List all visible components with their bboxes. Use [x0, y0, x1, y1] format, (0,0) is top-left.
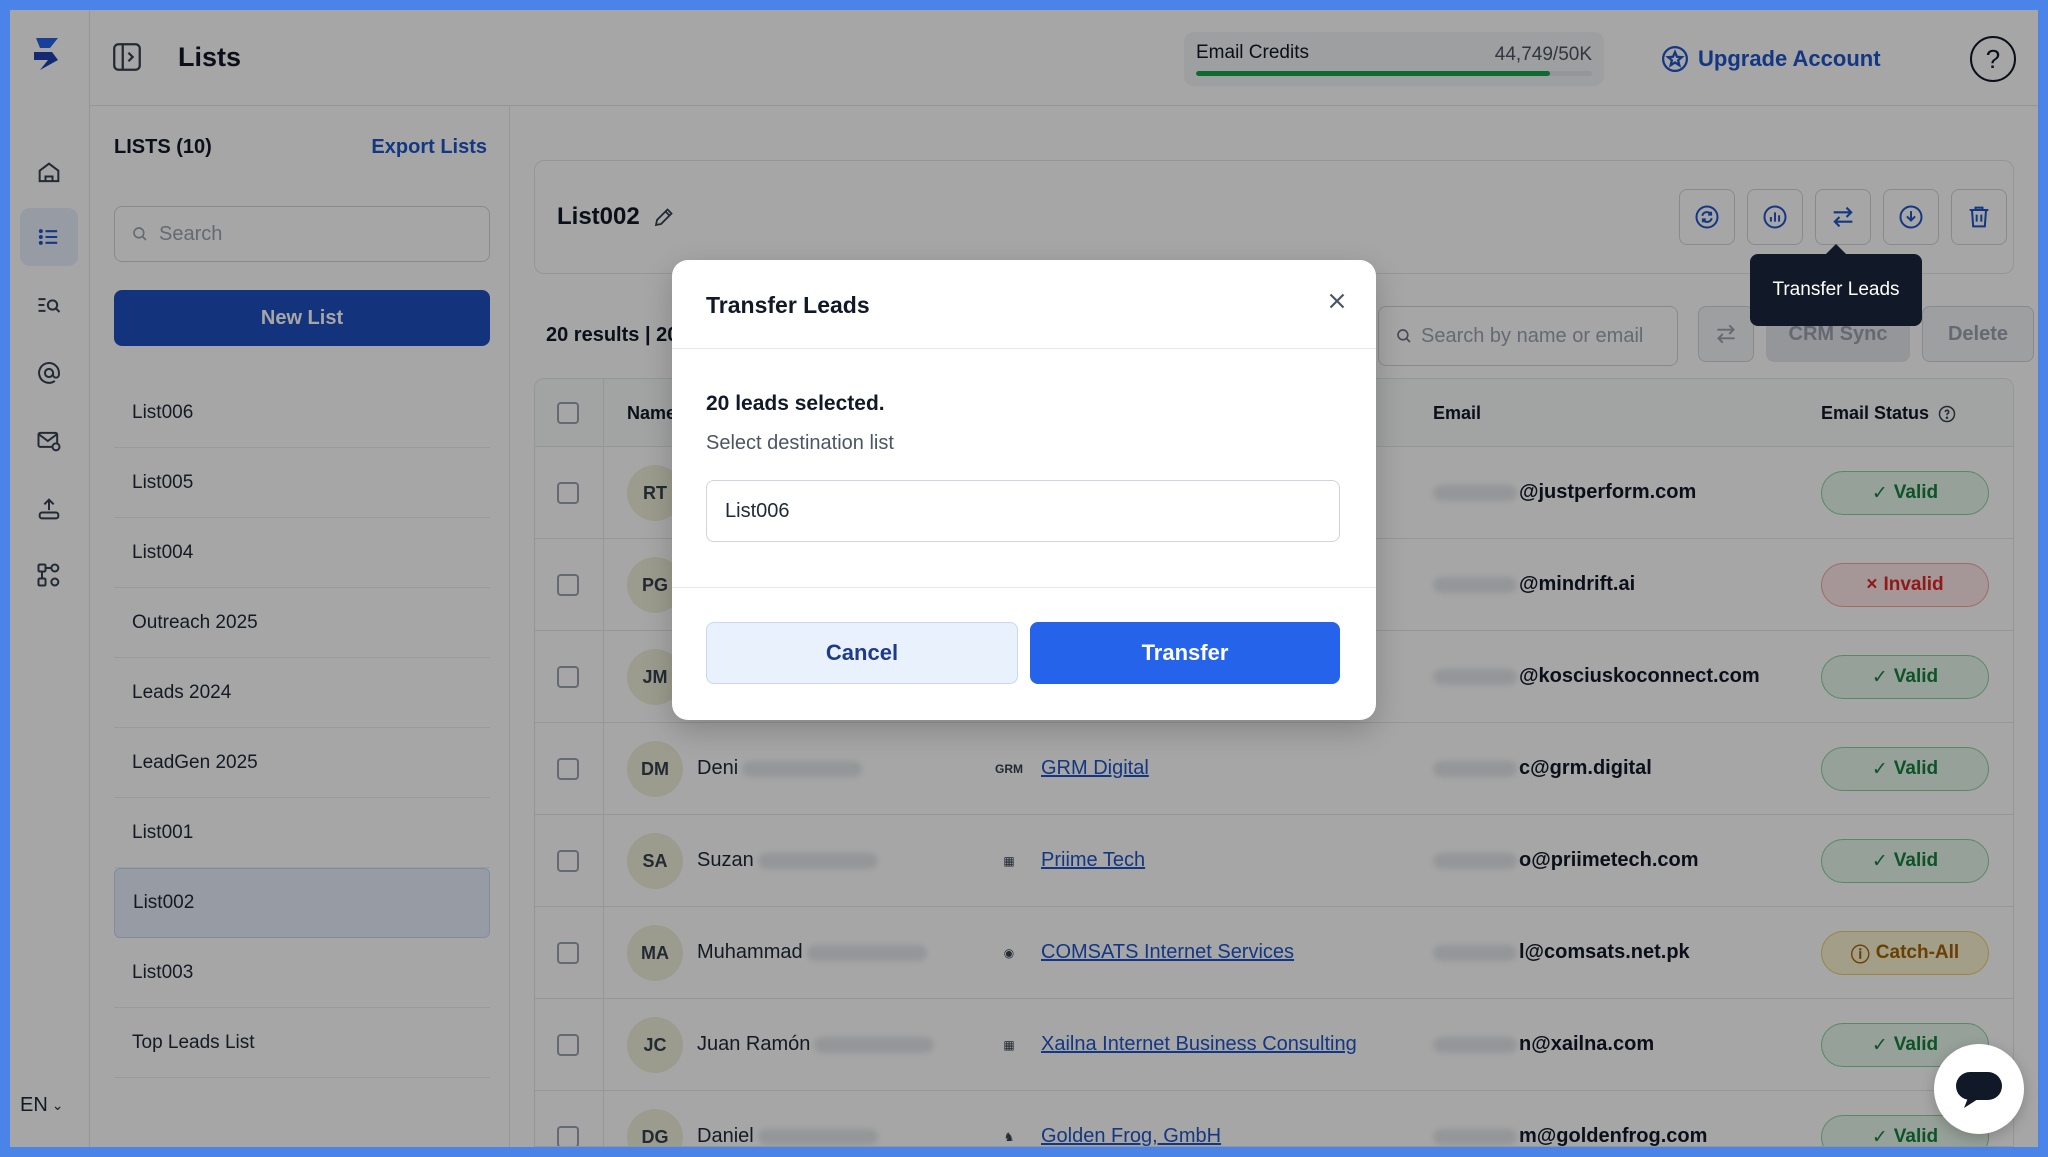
- destination-label: Select destination list: [706, 432, 894, 454]
- chat-bubble-icon: [1956, 1072, 2002, 1108]
- destination-list-select[interactable]: List006: [706, 480, 1340, 542]
- modal-title: Transfer Leads: [706, 292, 870, 318]
- transfer-leads-tooltip: Transfer Leads: [1750, 244, 1922, 326]
- modal-divider: [672, 587, 1376, 588]
- chat-launcher-button[interactable]: [1934, 1044, 2024, 1134]
- cancel-button[interactable]: Cancel: [706, 622, 1018, 684]
- transfer-leads-modal: Transfer Leads 20 leads selected. Select…: [672, 260, 1376, 720]
- transfer-button[interactable]: Transfer: [1030, 622, 1340, 684]
- modal-divider: [672, 348, 1376, 349]
- close-icon[interactable]: [1324, 288, 1350, 314]
- selected-count: 20 leads selected.: [706, 392, 885, 415]
